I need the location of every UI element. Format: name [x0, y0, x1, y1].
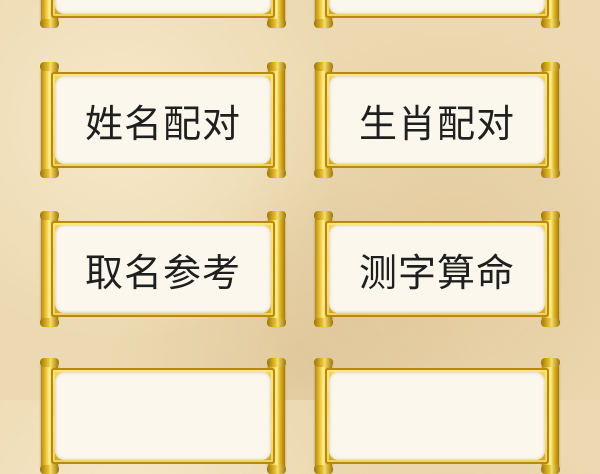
scroll-panel [55, 0, 271, 14]
scroll-panel [329, 372, 545, 460]
character-divination-button[interactable]: 测字算命 [314, 211, 560, 327]
scroll-button-row4-left[interactable] [40, 358, 286, 474]
scroll-button-row1-left[interactable] [40, 0, 286, 28]
scroll-panel [55, 372, 271, 460]
naming-reference-label: 取名参考 [84, 250, 241, 295]
zodiac-match-label: 生肖配对 [358, 101, 515, 146]
scroll-panel: 姓名配对 [55, 76, 271, 164]
zodiac-match-button[interactable]: 生肖配对 [314, 62, 560, 178]
scroll-panel: 生肖配对 [329, 76, 545, 164]
character-divination-label: 测字算命 [358, 250, 515, 295]
scroll-button-row4-right[interactable] [314, 358, 560, 474]
scroll-panel: 取名参考 [55, 225, 271, 313]
scroll-panel [329, 0, 545, 14]
name-match-label: 姓名配对 [84, 101, 241, 146]
scroll-button-row1-right[interactable] [314, 0, 560, 28]
scroll-panel: 测字算命 [329, 225, 545, 313]
name-match-button[interactable]: 姓名配对 [40, 62, 286, 178]
naming-reference-button[interactable]: 取名参考 [40, 211, 286, 327]
